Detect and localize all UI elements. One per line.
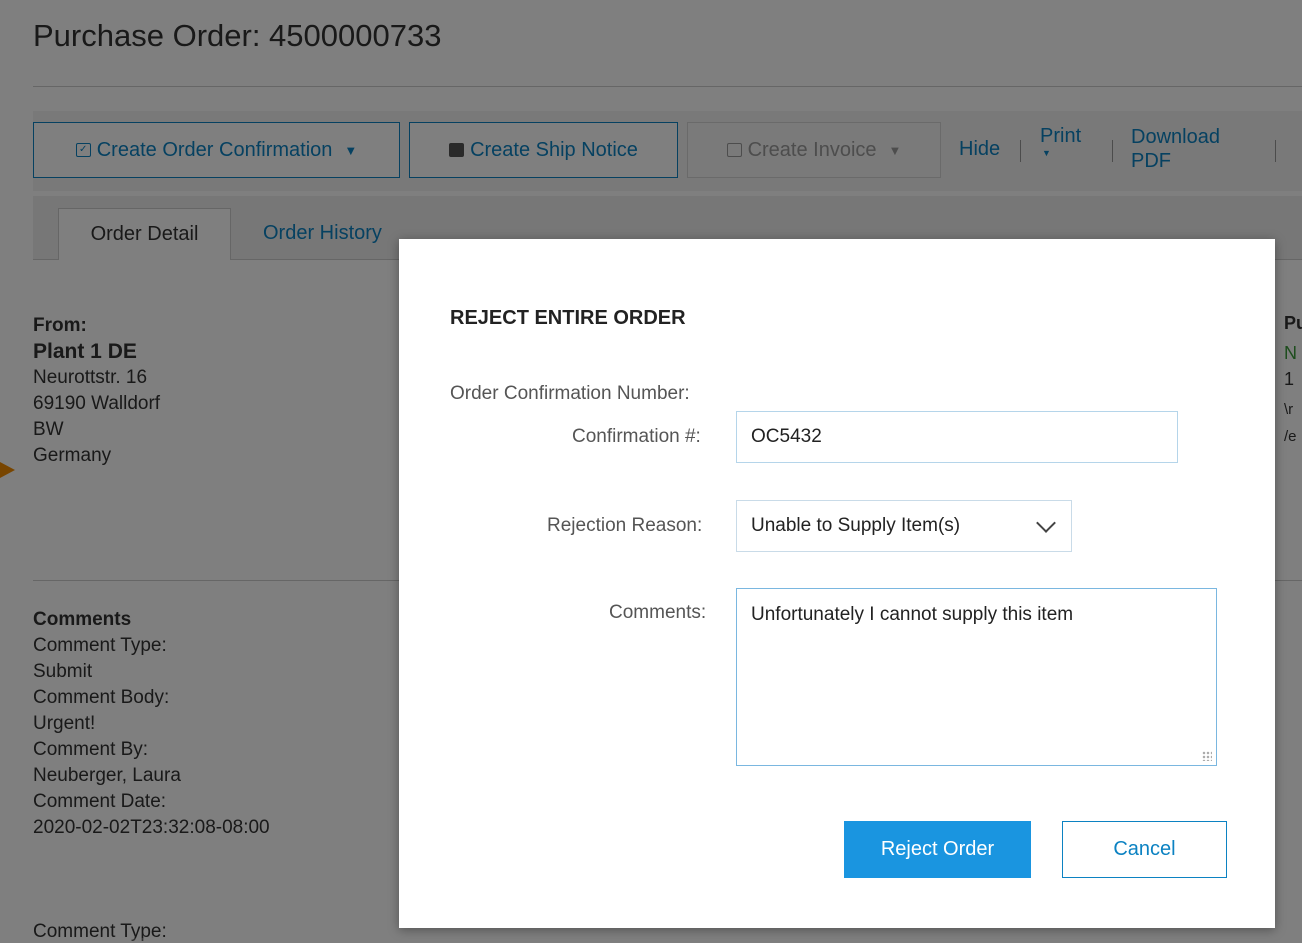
confirmation-number-label: Confirmation #: [572,426,701,447]
dialog-title: REJECT ENTIRE ORDER [450,307,686,329]
rejection-reason-value: Unable to Supply Item(s) [751,515,961,536]
reject-order-dialog: REJECT ENTIRE ORDER Order Confirmation N… [399,239,1275,928]
confirmation-number-input[interactable]: OC5432 [736,411,1178,463]
chevron-down-icon [1036,513,1056,533]
confirmation-number-value: OC5432 [751,426,822,447]
rejection-reason-select[interactable]: Unable to Supply Item(s) [736,500,1072,552]
order-confirmation-number-label: Order Confirmation Number: [450,383,690,404]
cancel-button[interactable]: Cancel [1062,821,1227,878]
comments-label: Comments: [609,602,707,623]
comments-text: Unfortunately I cannot supply this item [751,604,1074,625]
comments-textarea[interactable]: Unfortunately I cannot supply this item [736,588,1217,766]
rejection-reason-label: Rejection Reason: [547,515,703,536]
reject-order-button[interactable]: Reject Order [844,821,1031,878]
resize-grip-icon[interactable] [1202,751,1212,761]
